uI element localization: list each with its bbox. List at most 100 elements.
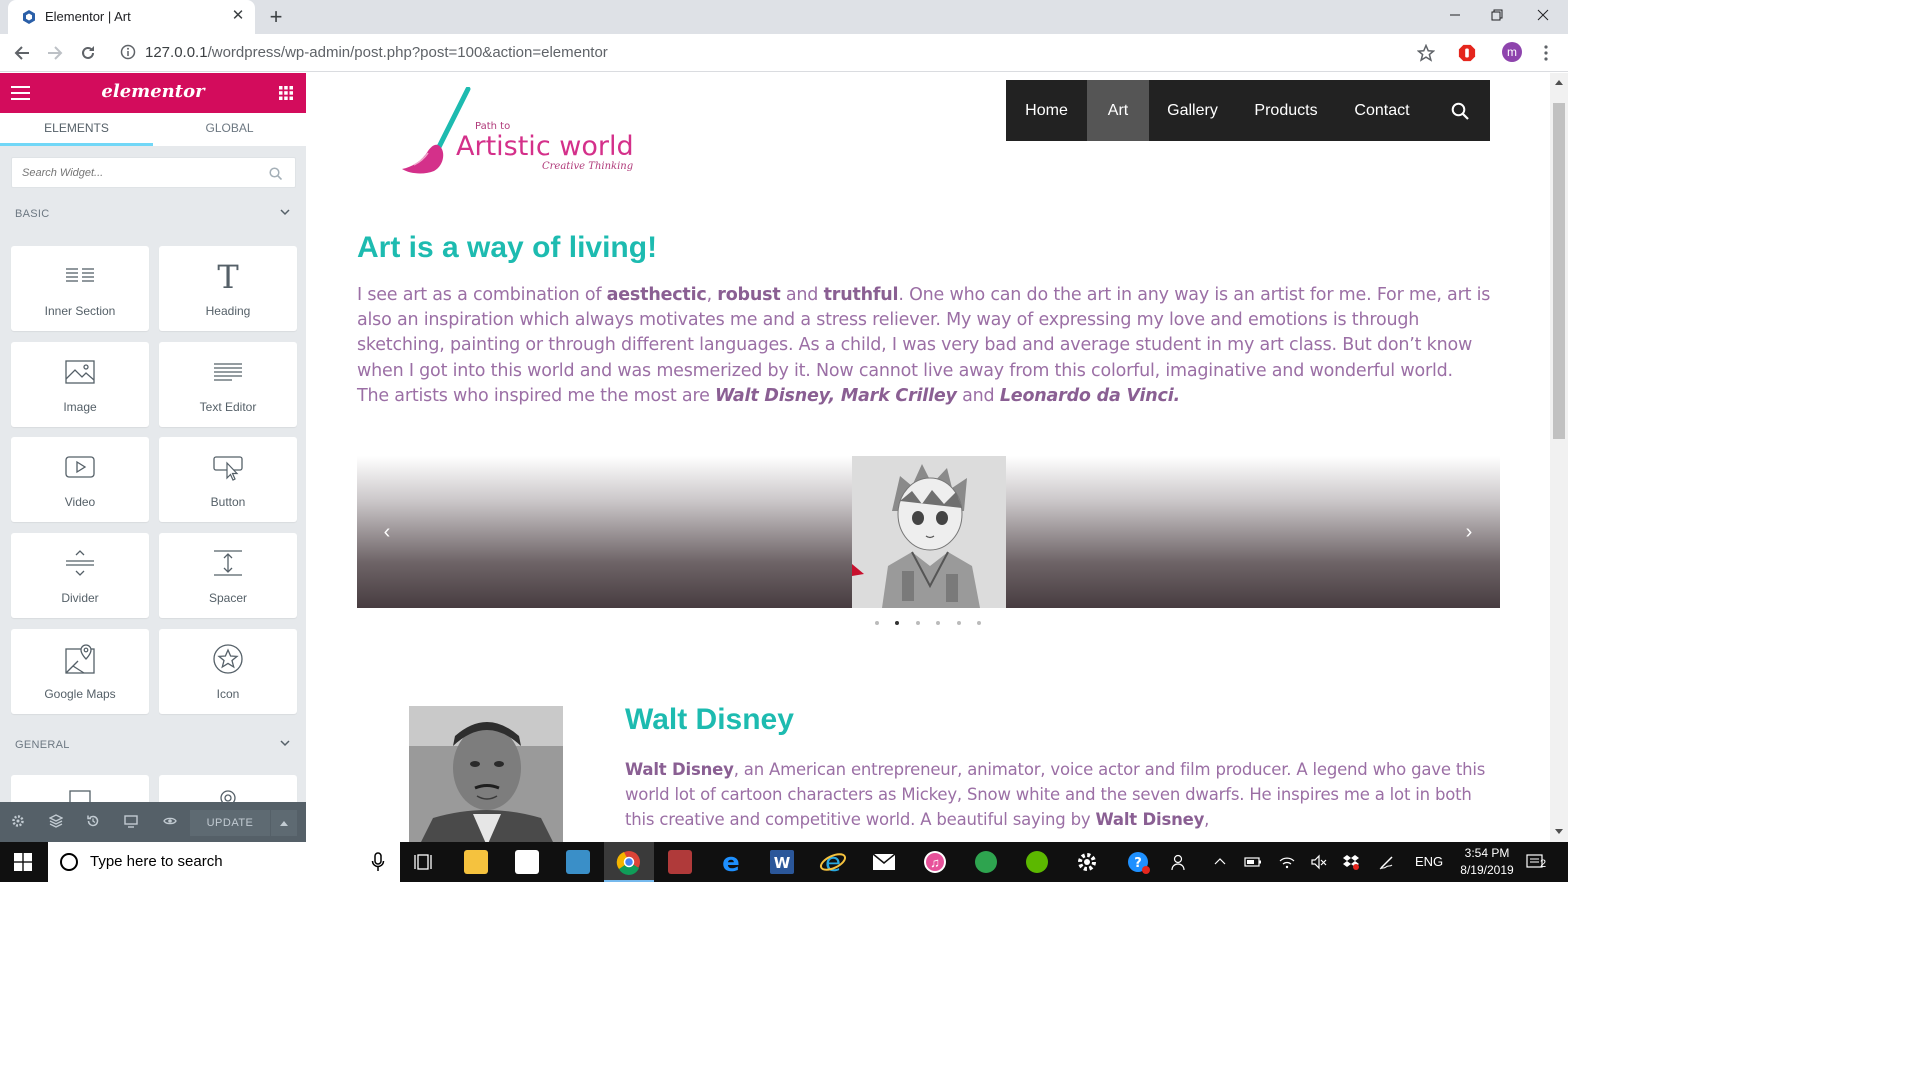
elementor-panel: elementor ELEMENTS GLOBAL BASIC <box>0 73 306 842</box>
widget-heading[interactable]: T Heading <box>159 246 297 331</box>
site-logo[interactable]: Path to Artistic world Creative Thinking <box>398 86 638 179</box>
widget-icon[interactable]: Icon <box>159 629 297 714</box>
history-icon[interactable] <box>85 814 101 830</box>
adblock-extension-icon[interactable] <box>1456 42 1478 64</box>
widget-label: Image <box>63 400 97 414</box>
chevron-down-icon[interactable] <box>280 208 290 219</box>
widget-icon-box[interactable] <box>159 775 297 802</box>
nav-gallery[interactable]: Gallery <box>1149 80 1236 141</box>
media-app-icon[interactable] <box>655 842 705 882</box>
carousel-next-icon[interactable]: › <box>1459 520 1479 544</box>
show-hidden-icons-icon[interactable] <box>1214 853 1226 874</box>
walt-name: Walt Disney <box>625 760 734 779</box>
settings-gear-icon[interactable] <box>1062 842 1112 882</box>
browser-tab[interactable]: Elementor | Art ✕ <box>8 0 255 34</box>
reload-icon[interactable] <box>76 41 100 65</box>
site-info-icon[interactable] <box>120 44 136 60</box>
task-view-icon[interactable] <box>400 842 450 882</box>
responsive-desktop-icon[interactable] <box>123 814 139 830</box>
notification-count: 2 <box>1540 858 1547 870</box>
close-window-icon[interactable] <box>1520 4 1566 30</box>
widget-image[interactable]: Image <box>11 342 149 427</box>
update-button[interactable]: UPDATE <box>190 810 270 836</box>
bookmark-star-icon[interactable] <box>1415 42 1437 64</box>
widget-button[interactable]: Button <box>159 437 297 522</box>
windows-start-icon[interactable] <box>14 853 32 871</box>
system-clock[interactable]: 3:54 PM 8/19/2019 <box>1452 845 1522 879</box>
widget-inner-section[interactable]: Inner Section <box>11 246 149 331</box>
itunes-icon[interactable]: ♫ <box>910 842 960 882</box>
scroll-down-icon[interactable] <box>1554 829 1564 837</box>
carousel-dot[interactable] <box>936 621 940 625</box>
page-scrollbar[interactable] <box>1550 73 1568 842</box>
carousel-dot[interactable] <box>957 621 961 625</box>
url-path: /wordpress/wp-admin/post.php?post=100&ac… <box>207 44 608 61</box>
save-options-icon[interactable] <box>271 810 297 836</box>
word-icon[interactable]: W <box>757 842 807 882</box>
carousel-prev-icon[interactable]: ‹ <box>377 520 397 544</box>
widget-label: Video <box>64 495 96 509</box>
photos-app-icon[interactable] <box>553 842 603 882</box>
green-app-icon[interactable] <box>961 842 1011 882</box>
chevron-down-icon[interactable] <box>280 739 290 750</box>
settings-gear-icon[interactable] <box>10 814 26 830</box>
volume-muted-icon[interactable] <box>1310 853 1328 874</box>
new-tab-button[interactable]: + <box>264 5 288 29</box>
carousel-dot[interactable] <box>875 621 879 625</box>
widget-video[interactable]: Video <box>11 437 149 522</box>
svg-text:e: e <box>722 848 740 878</box>
widget-google-maps[interactable]: Google Maps <box>11 629 149 714</box>
back-icon[interactable] <box>10 41 34 65</box>
tab-close-icon[interactable]: ✕ <box>229 7 247 25</box>
widget-text-editor[interactable]: Text Editor <box>159 342 297 427</box>
carousel-dot[interactable] <box>977 621 981 625</box>
category-general-label[interactable]: GENERAL <box>15 739 70 751</box>
widget-image-box[interactable] <box>11 775 149 802</box>
logo-main-text: Artistic world <box>456 131 634 162</box>
nav-contact[interactable]: Contact <box>1336 80 1428 141</box>
nav-art[interactable]: Art <box>1087 80 1149 141</box>
tab-global[interactable]: GLOBAL <box>153 113 306 146</box>
browser-menu-icon[interactable] <box>1535 42 1557 64</box>
pen-workspace-icon[interactable] <box>1378 853 1396 874</box>
carousel-slide-image[interactable] <box>852 456 1006 608</box>
tab-elements[interactable]: ELEMENTS <box>0 113 153 146</box>
help-icon[interactable]: ? <box>1113 842 1163 882</box>
forward-icon[interactable] <box>43 41 67 65</box>
internet-explorer-icon[interactable]: e <box>808 842 858 882</box>
chrome-icon[interactable] <box>604 842 654 882</box>
edge-icon[interactable]: e <box>706 842 756 882</box>
green-app-2-icon[interactable] <box>1012 842 1062 882</box>
language-indicator[interactable]: ENG <box>1415 854 1443 869</box>
widgets-grid-icon[interactable] <box>279 86 293 100</box>
nav-products[interactable]: Products <box>1236 80 1336 141</box>
battery-icon[interactable] <box>1244 853 1262 874</box>
widget-divider[interactable]: Divider <box>11 533 149 618</box>
file-explorer-icon[interactable] <box>451 842 501 882</box>
scroll-up-icon[interactable] <box>1554 79 1564 87</box>
carousel-dot[interactable] <box>916 621 920 625</box>
carousel-dot[interactable] <box>895 621 899 625</box>
widget-search-input[interactable] <box>22 164 262 182</box>
mail-icon[interactable] <box>859 842 909 882</box>
search-icon[interactable] <box>1451 102 1469 120</box>
restore-icon[interactable] <box>1474 4 1520 30</box>
store-icon[interactable] <box>502 842 552 882</box>
divider-icon <box>66 550 94 576</box>
address-bar[interactable]: 127.0.0.1/wordpress/wp-admin/post.php?po… <box>145 44 608 61</box>
wifi-icon[interactable] <box>1278 853 1296 874</box>
nav-home[interactable]: Home <box>1006 80 1087 141</box>
scrollbar-thumb[interactable] <box>1553 103 1565 439</box>
minimize-icon[interactable] <box>1432 4 1478 30</box>
widget-label: Google Maps <box>44 687 116 701</box>
navigator-layers-icon[interactable] <box>48 814 64 830</box>
widget-spacer[interactable]: Spacer <box>159 533 297 618</box>
taskbar-search-box[interactable]: Type here to search <box>48 842 400 882</box>
dropbox-icon[interactable] <box>1342 853 1360 874</box>
notifications-icon[interactable]: 2 <box>1526 853 1548 874</box>
category-basic-label[interactable]: BASIC <box>15 208 50 220</box>
profile-avatar[interactable]: m <box>1502 42 1524 64</box>
microphone-icon[interactable] <box>371 852 385 872</box>
preview-eye-icon[interactable] <box>162 814 178 830</box>
people-icon[interactable] <box>1171 853 1189 874</box>
